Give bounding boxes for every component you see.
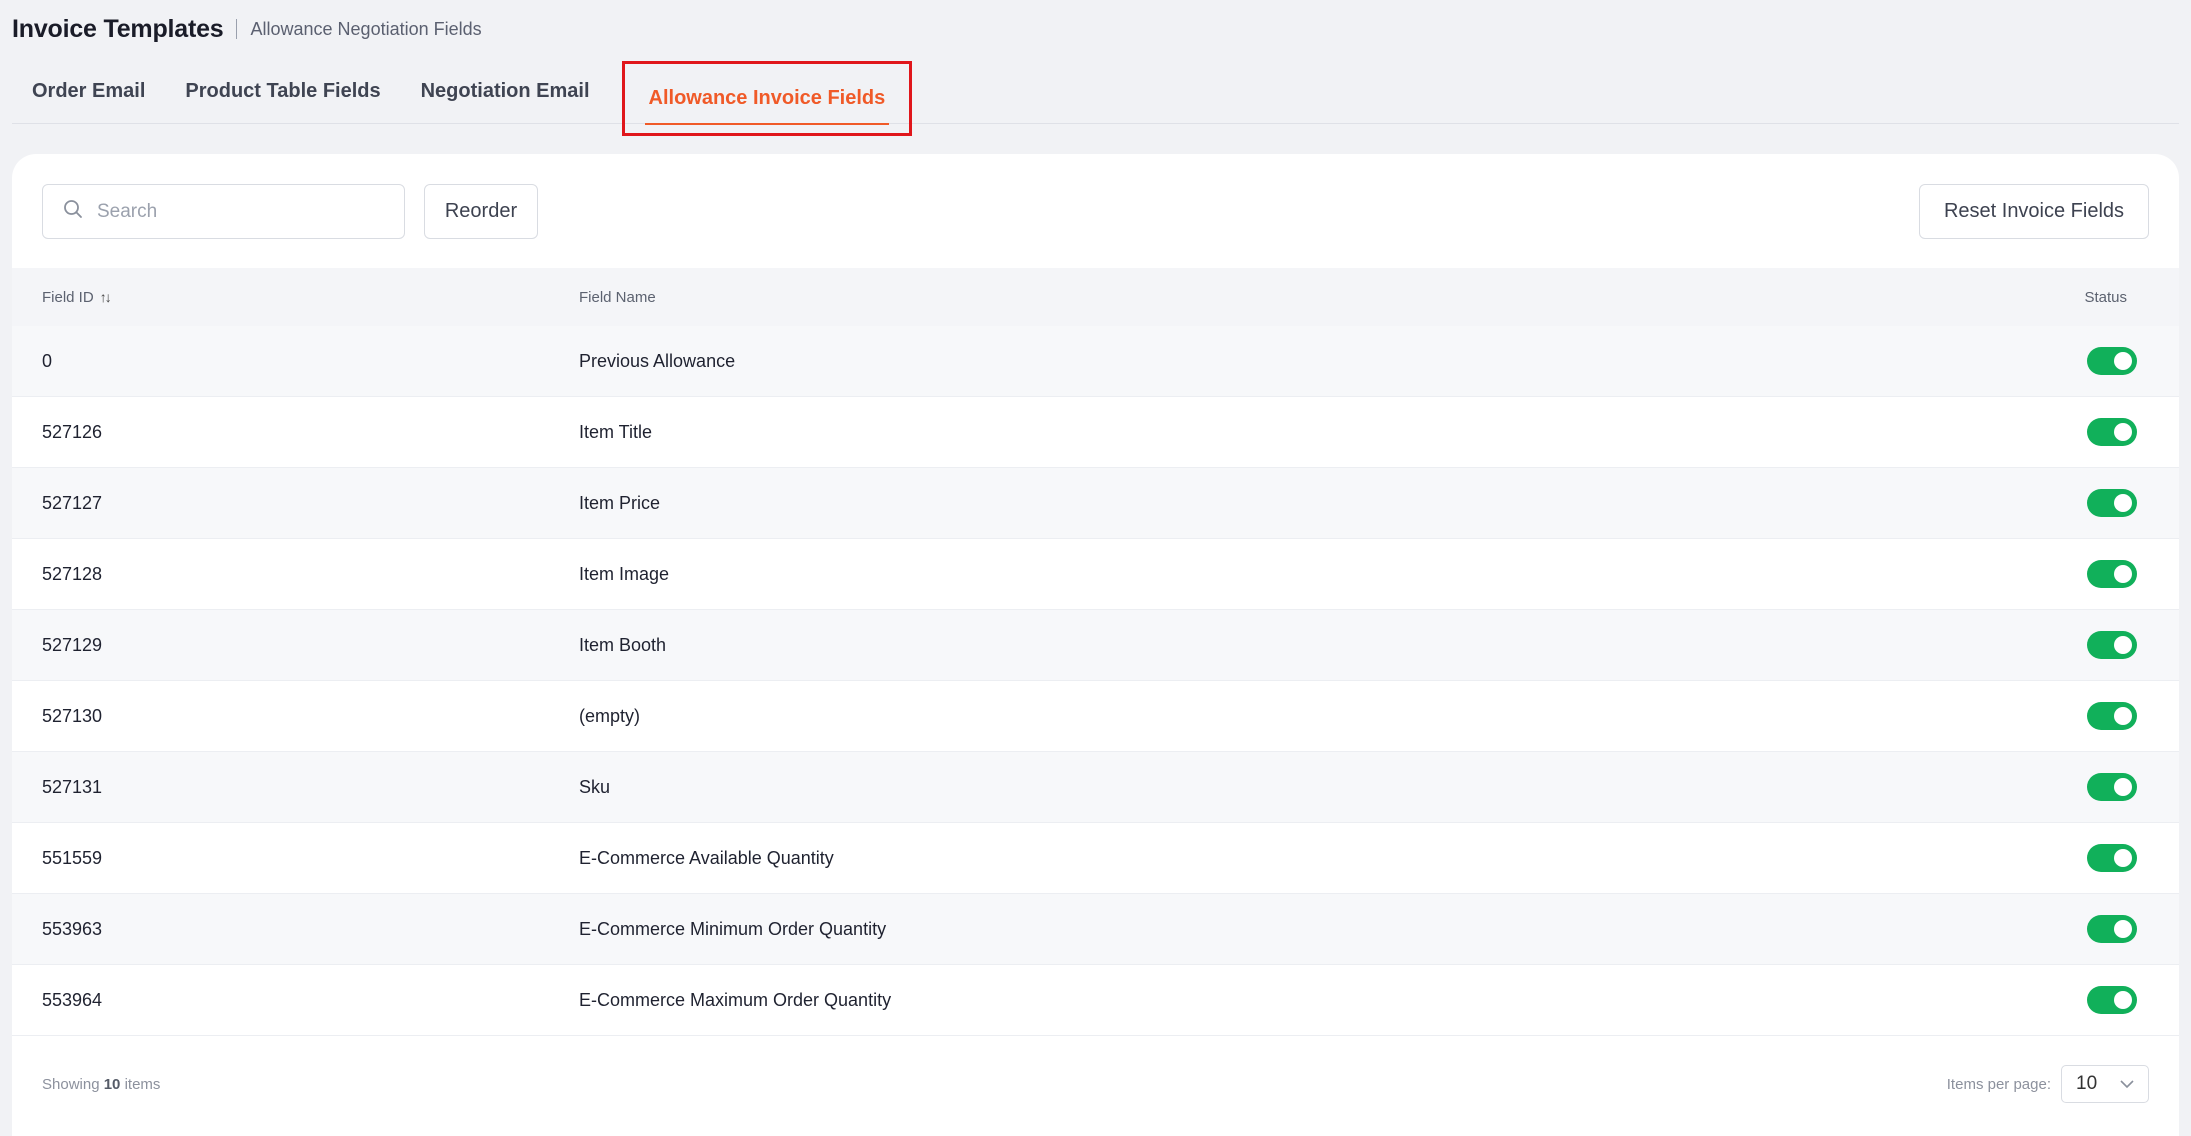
status-toggle[interactable] [2087,631,2137,659]
showing-prefix: Showing [42,1075,100,1093]
status-header: Status [2084,288,2127,306]
search-icon [63,199,83,224]
table-row: 527127 Item Price [12,468,2179,539]
status-cell [2087,631,2137,659]
field-id-cell: 0 [42,350,53,371]
page-title: Invoice Templates [12,14,224,43]
status-toggle[interactable] [2087,773,2137,801]
title-divider [235,19,237,39]
field-id-cell: 527126 [42,421,103,442]
items-per-page-label: Items per page: [1946,1075,2051,1093]
field-id-cell: 551559 [42,847,103,868]
field-name-cell: Item Booth [579,634,667,655]
status-cell [2087,489,2137,517]
status-cell [2087,702,2137,730]
items-per-page-value: 10 [2076,1073,2098,1094]
field-id-cell: 527129 [42,634,103,655]
table-row: 551559 E-Commerce Available Quantity [12,823,2179,894]
status-toggle[interactable] [2087,560,2137,588]
sort-icon[interactable]: ↑↓ [100,289,112,305]
status-toggle[interactable] [2087,702,2137,730]
status-toggle[interactable] [2087,347,2137,375]
tab-negotiation-email[interactable]: Negotiation Email [421,60,590,123]
field-id-cell: 553964 [42,989,103,1010]
toolbar: Reorder Reset Invoice Fields [42,184,2149,239]
tab-order-email[interactable]: Order Email [32,60,145,123]
table-row: 553964 E-Commerce Maximum Order Quantity [12,965,2179,1036]
table-row: 527126 Item Title [12,397,2179,468]
status-toggle[interactable] [2087,418,2137,446]
showing-count: 10 [103,1075,121,1093]
reset-invoice-fields-button[interactable]: Reset Invoice Fields [1919,184,2149,239]
chevron-down-icon [2120,1073,2134,1095]
fields-card: Reorder Reset Invoice Fields Field ID ↑↓ … [12,154,2179,1136]
field-id-cell: 527127 [42,492,103,513]
field-id-header-label: Field ID [42,288,94,306]
field-id-cell: 527131 [42,776,103,797]
status-toggle[interactable] [2087,915,2137,943]
field-id-cell: 553963 [42,918,103,939]
fields-table: Field ID ↑↓ Field Name Status 0 Previous A… [12,268,2179,1036]
status-cell [2087,418,2137,446]
status-toggle[interactable] [2087,986,2137,1014]
status-toggle[interactable] [2087,844,2137,872]
table-row: 527128 Item Image [12,539,2179,610]
status-cell [2087,844,2137,872]
field-name-cell: Item Price [579,492,661,513]
page-header: Invoice Templates Allowance Negotiation … [12,12,482,46]
status-cell [2087,773,2137,801]
field-name-cell: E-Commerce Available Quantity [579,847,834,868]
table-row: 527131 Sku [12,752,2179,823]
page-subtitle: Allowance Negotiation Fields [250,18,482,39]
field-id-header[interactable]: Field ID ↑↓ [42,288,112,306]
tab-bar: Order Email Product Table Fields Negotia… [12,60,2179,136]
field-name-cell: Previous Allowance [579,350,736,371]
table-row: 0 Previous Allowance [12,326,2179,397]
reorder-button[interactable]: Reorder [424,184,538,239]
table-header: Field ID ↑↓ Field Name Status [12,268,2179,326]
showing-count-text: Showing 10 items [42,1076,160,1093]
showing-suffix: items [124,1075,161,1093]
items-per-page: Items per page: 10 [1947,1065,2149,1103]
status-cell [2087,347,2137,375]
field-name-header: Field Name [579,288,656,306]
search-input[interactable] [97,200,377,223]
field-id-cell: 527128 [42,563,103,584]
status-cell [2087,915,2137,943]
field-name-cell: E-Commerce Maximum Order Quantity [579,989,892,1010]
field-name-cell: Item Title [579,421,653,442]
tab-product-table-fields[interactable]: Product Table Fields [185,60,380,123]
field-name-cell: (empty) [579,705,641,726]
status-cell [2087,986,2137,1014]
field-name-cell: E-Commerce Minimum Order Quantity [579,918,887,939]
table-footer: Showing 10 items Items per page: 10 [42,1064,2149,1104]
tab-allowance-invoice-fields-label: Allowance Invoice Fields [648,87,886,109]
table-row: 527129 Item Booth [12,610,2179,681]
field-name-cell: Item Image [579,563,670,584]
table-row: 553963 E-Commerce Minimum Order Quantity [12,894,2179,965]
status-toggle[interactable] [2087,489,2137,517]
status-cell [2087,560,2137,588]
field-name-cell: Sku [579,776,611,797]
items-per-page-select[interactable]: 10 [2061,1065,2149,1103]
table-row: 527130 (empty) [12,681,2179,752]
active-tab-indicator [644,123,890,125]
field-id-cell: 527130 [42,705,103,726]
search-box[interactable] [42,184,405,239]
tab-allowance-invoice-fields[interactable]: Allowance Invoice Fields [621,61,913,136]
table-body: 0 Previous Allowance 527126 Item Title 52712… [12,326,2179,1036]
